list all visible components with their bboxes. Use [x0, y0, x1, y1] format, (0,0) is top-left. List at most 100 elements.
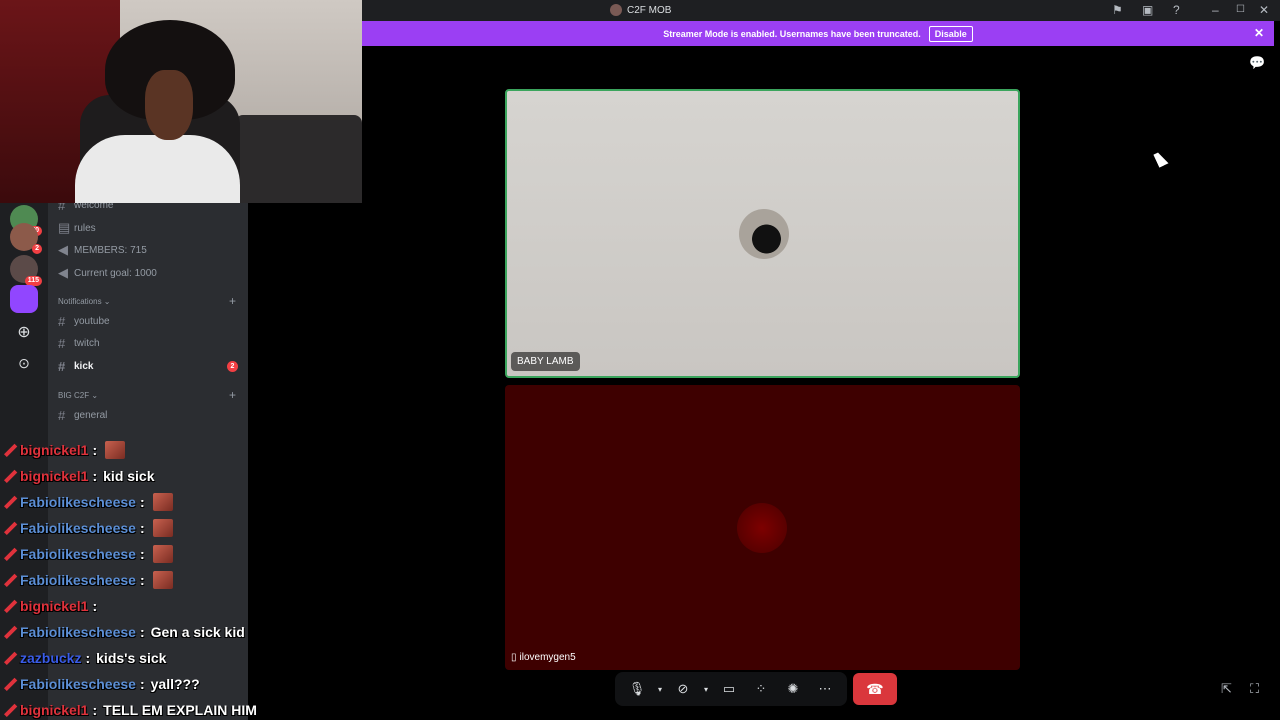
nametag-text: BABY LAMB	[517, 356, 574, 367]
speaker-icon: ◀	[58, 242, 68, 257]
chat-separator: :	[139, 676, 145, 692]
hang-up-button[interactable]: ☎	[853, 673, 897, 705]
chat-message: Fabiolikescheese: Gen a sick kid	[4, 619, 314, 645]
chat-username: bignickel1	[20, 702, 89, 718]
discover-icon[interactable]: ⊙	[10, 349, 38, 377]
chevron-down-icon[interactable]: ▾	[653, 674, 667, 704]
chat-message: bignickel1: kid sick	[4, 463, 314, 489]
chat-text: Gen a sick kid	[150, 624, 245, 640]
chat-emote-icon	[152, 519, 173, 537]
chat-username: Fabiolikescheese	[20, 546, 136, 562]
inbox-icon[interactable]: ▣	[1142, 4, 1153, 16]
pop-out-icon[interactable]: ⇱	[1221, 681, 1232, 697]
webcam-person-shirt	[75, 135, 240, 203]
more-icon[interactable]: ⋯	[809, 674, 841, 704]
streamer-webcam	[0, 0, 362, 203]
twitch-server-icon[interactable]	[10, 285, 38, 313]
microphone-icon[interactable]: 🎙	[621, 674, 653, 704]
flag-icon[interactable]: ⚑	[1112, 4, 1123, 16]
channel-members[interactable]: ◀ MEMBERS: 715	[58, 242, 147, 258]
channel-goal[interactable]: ◀ Current goal: 1000	[58, 265, 157, 281]
nametag-text: ilovemygen5	[519, 652, 576, 663]
channel-label: youtube	[74, 316, 110, 327]
chat-username: bignickel1	[20, 468, 89, 484]
user-nametag: ▯ ilovemygen5	[511, 652, 576, 663]
soundboard-icon[interactable]: ✺	[777, 674, 809, 704]
window-title: C2F MOB	[610, 4, 671, 16]
pencil-badge-icon	[4, 521, 18, 535]
add-server-icon[interactable]: ⊕	[10, 319, 38, 347]
screen-share-icon[interactable]: ▭	[713, 674, 745, 704]
chat-username: bignickel1	[20, 442, 89, 458]
close-banner-icon[interactable]: ✕	[1254, 26, 1264, 40]
channel-youtube[interactable]: # youtube	[58, 314, 110, 329]
server-icon[interactable]: 2	[10, 223, 42, 254]
channel-rules[interactable]: ▤ rules	[58, 220, 96, 236]
add-channel-icon[interactable]: +	[229, 294, 236, 308]
chat-bubble-icon[interactable]: 💬	[1249, 55, 1265, 71]
chat-separator: :	[85, 650, 91, 666]
webcam-couch	[235, 115, 362, 203]
chat-separator: :	[92, 598, 98, 614]
channel-general[interactable]: # general	[58, 408, 107, 423]
video-tile-ilovemygen5[interactable]: ▯ ilovemygen5	[505, 385, 1020, 670]
channel-label: MEMBERS: 715	[74, 244, 147, 256]
hash-icon: #	[58, 336, 66, 351]
chat-username: Fabiolikescheese	[20, 494, 136, 510]
chat-separator: :	[92, 442, 98, 458]
server-icon[interactable]: 115	[10, 255, 42, 286]
chat-text: yall???	[150, 676, 200, 692]
chat-message: bignickel1: TELL EM EXPLAIN HIM	[4, 697, 314, 720]
channel-label: twitch	[74, 338, 100, 349]
minimize-icon[interactable]: –	[1212, 4, 1219, 16]
discord-call-screen: 70 2 115 ⊕ ⊙ #welcome ▤rules ◀MEMBERS: 7…	[0, 0, 1280, 720]
chat-message: bignickel1:	[4, 437, 314, 463]
server-badge: 2	[32, 244, 42, 254]
chat-emote-icon	[152, 571, 173, 589]
channel-label: kick	[74, 361, 94, 372]
hash-icon: #	[58, 314, 66, 329]
channel-kick[interactable]: # kick	[58, 359, 93, 374]
channel-label: general	[74, 410, 108, 421]
channel-label: Current goal: 1000	[74, 267, 157, 279]
chat-message: Fabiolikescheese:	[4, 541, 314, 567]
chat-username: Fabiolikescheese	[20, 676, 136, 692]
chat-emote-icon	[105, 441, 126, 459]
chat-message: Fabiolikescheese: yall???	[4, 671, 314, 697]
mention-badge: 2	[227, 361, 238, 372]
chat-text: TELL EM EXPLAIN HIM	[103, 702, 257, 718]
chat-message: bignickel1:	[4, 593, 314, 619]
disable-streamer-mode-button[interactable]: Disable	[928, 25, 973, 42]
window-title-text: C2F MOB	[627, 4, 672, 16]
close-icon[interactable]: ✕	[1259, 4, 1269, 16]
chat-username: bignickel1	[20, 598, 89, 614]
hash-icon: #	[58, 408, 66, 423]
fullscreen-icon[interactable]: ⛶	[1250, 681, 1259, 697]
help-icon[interactable]: ?	[1173, 4, 1180, 16]
pencil-badge-icon	[4, 651, 18, 665]
camera-off-icon[interactable]: ⊘	[667, 674, 699, 704]
mouse-cursor	[1153, 150, 1169, 168]
chat-username: Fabiolikescheese	[20, 572, 136, 588]
banner-text: Streamer Mode is enabled. Usernames have…	[663, 28, 921, 39]
call-controls: 🎙 ▾ ⊘ ▾ ▭ ⁘ ✺ ⋯	[615, 672, 847, 706]
phone-icon: ▯	[511, 652, 517, 663]
chat-message: zazbuckz: kids's sick	[4, 645, 314, 671]
maximize-icon[interactable]: ☐	[1236, 4, 1245, 16]
streamer-mode-banner: Streamer Mode is enabled. Usernames have…	[362, 21, 1274, 46]
chat-emote-icon	[152, 545, 173, 563]
chat-username: zazbuckz	[20, 650, 82, 666]
chat-separator: :	[139, 520, 145, 536]
activities-icon[interactable]: ⁘	[745, 674, 777, 704]
hash-icon: #	[58, 359, 66, 374]
pencil-badge-icon	[4, 677, 18, 691]
pencil-badge-icon	[4, 599, 18, 613]
chevron-down-icon[interactable]: ▾	[699, 674, 713, 704]
category-big-c2f[interactable]: BIG C2F ⌄	[58, 391, 98, 400]
category-notifications[interactable]: Notifications ⌄	[58, 297, 111, 306]
pencil-badge-icon	[4, 703, 18, 717]
channel-twitch[interactable]: # twitch	[58, 336, 100, 351]
category-label: Notifications	[58, 297, 102, 306]
add-channel-icon[interactable]: +	[229, 388, 236, 402]
video-tile-baby-lamb[interactable]: BABY LAMB	[505, 89, 1020, 378]
